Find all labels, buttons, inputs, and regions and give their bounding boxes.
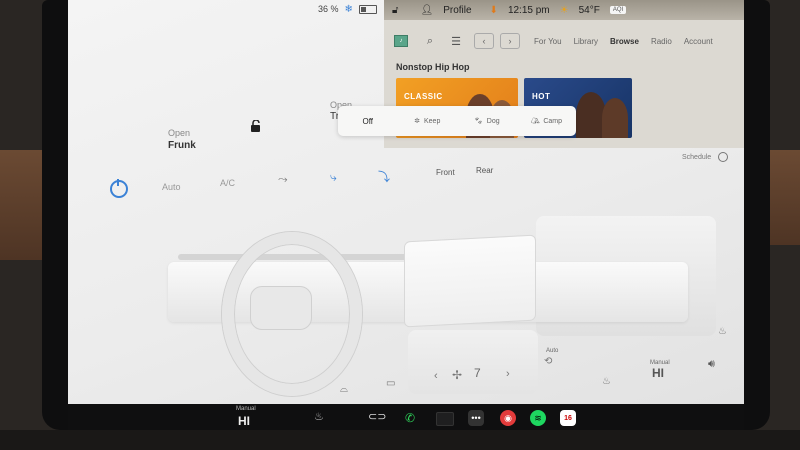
schedule-button[interactable]: Schedule <box>682 154 711 161</box>
tab-for-you[interactable]: For You <box>534 37 562 46</box>
download-icon[interactable]: ⬇ <box>490 5 498 16</box>
profile-label[interactable]: Profile <box>443 5 471 16</box>
back-button[interactable]: ‹ <box>474 33 494 49</box>
calendar-icon[interactable]: 16 <box>560 410 576 426</box>
sun-icon: ☀ <box>559 4 569 16</box>
tab-browse[interactable]: Browse <box>610 37 639 46</box>
airflow-face-icon[interactable]: ⤳ <box>278 172 288 187</box>
airflow-feet-icon[interactable]: ⤷ <box>330 170 337 185</box>
auto-mode-button[interactable]: Auto <box>162 182 181 192</box>
wood-trim-left <box>0 150 44 260</box>
tab-account[interactable]: Account <box>684 37 713 46</box>
driver-climate-mode: Manual <box>236 406 256 412</box>
interior-center-console <box>408 330 538 394</box>
fan-speed-value: 7 <box>474 366 481 380</box>
album-title: HOT <box>532 92 551 101</box>
option-label: Camp <box>543 117 563 125</box>
clock-icon[interactable] <box>718 152 728 162</box>
album-art-figure <box>602 98 628 138</box>
tent-icon: ⛺︎ <box>530 118 540 125</box>
tab-rear[interactable]: Rear <box>476 166 493 175</box>
battery-percent: 36 % <box>318 4 339 14</box>
outside-temperature: 54°F <box>578 4 600 16</box>
fan-increase-chevron[interactable]: › <box>506 368 510 380</box>
tab-front[interactable]: Front <box>436 168 455 177</box>
recirc-auto-label: Auto <box>546 348 559 354</box>
status-bar-right: 🔓︎ 👤︎ Profile ⬇ 12:15 pm ☀ 54°F AQI <box>384 0 744 20</box>
fan-decrease-chevron[interactable]: ‹ <box>434 370 438 382</box>
interior-steering-hub <box>250 286 312 330</box>
tab-library[interactable]: Library <box>574 37 598 46</box>
phone-icon[interactable]: ✆ <box>402 410 418 426</box>
recirculate-icon[interactable]: ⟲ <box>544 356 552 367</box>
media-app-icon[interactable]: ◉ <box>500 410 516 426</box>
status-bar-left: 36 % ❄ <box>318 2 377 16</box>
album-title: CLASSIC <box>404 92 443 101</box>
defrost-front-icon[interactable]: ⌓ <box>340 384 348 395</box>
option-label: Dog <box>486 117 500 125</box>
search-icon[interactable]: ⌕ <box>422 34 438 48</box>
ac-button[interactable]: A/C <box>220 178 235 188</box>
forward-button[interactable]: › <box>500 33 520 49</box>
seat-heat-passenger-icon[interactable]: ♨ <box>602 376 611 387</box>
wood-trim-right <box>768 150 800 245</box>
spotify-icon[interactable]: ≋ <box>530 410 546 426</box>
option-camp[interactable]: ⛺︎ Camp <box>517 117 577 126</box>
car-icon[interactable]: ⊂⊃ <box>368 410 386 423</box>
unlock-icon[interactable] <box>250 120 262 132</box>
bottom-dock: Manual HI ♨ ⊂⊃ ✆ ••• ◉ ≋ 16 <box>68 404 744 432</box>
touchscreen: 36 % ❄ 🔓︎ 👤︎ Profile ⬇ 12:15 pm ☀ 54°F A… <box>68 0 744 404</box>
paw-icon: 🐾︎ <box>473 118 483 125</box>
tab-radio[interactable]: Radio <box>651 37 672 46</box>
profile-icon[interactable]: 👤︎ <box>420 5 433 16</box>
more-apps-icon[interactable]: ••• <box>468 410 484 426</box>
battery-icon <box>358 4 377 14</box>
volume-icon[interactable]: 🔊︎ <box>708 358 715 371</box>
driver-temperature[interactable]: HI <box>238 414 250 428</box>
clock-time: 12:15 pm <box>507 4 550 16</box>
seat-heat-rear-icon[interactable]: ♨ <box>718 326 727 337</box>
option-label: Keep <box>424 117 441 125</box>
option-keep[interactable]: ✲ Keep <box>398 117 458 126</box>
option-off[interactable]: Off <box>338 117 398 126</box>
frunk-label[interactable]: Frunk <box>168 140 196 151</box>
option-dog[interactable]: 🐾︎ Dog <box>457 117 517 126</box>
aqi-badge[interactable]: AQI <box>609 6 627 14</box>
media-source-icon[interactable]: ♪ <box>394 35 408 47</box>
climate-keeper-popup: Off ✲ Keep 🐾︎ Dog ⛺︎ Camp <box>338 106 576 136</box>
app-launcher-icon[interactable] <box>436 412 454 426</box>
floor-shadow <box>0 430 800 450</box>
snowflake-icon: ❄ <box>344 3 353 15</box>
seat-heater-icon[interactable]: ♨ <box>314 410 324 423</box>
defrost-rear-icon[interactable]: ▭ <box>386 378 395 389</box>
interior-center-screen <box>404 234 536 328</box>
section-title: Nonstop Hip Hop <box>396 62 470 72</box>
power-icon[interactable] <box>110 179 128 198</box>
fan-small-icon: ✲ <box>414 118 420 125</box>
lock-status-icon[interactable]: 🔓︎ <box>392 5 398 16</box>
queue-list-icon[interactable]: ☰ <box>448 34 464 48</box>
option-label: Off <box>362 116 374 126</box>
frunk-state[interactable]: Open <box>168 128 190 138</box>
fan-icon: ✢ <box>452 368 463 382</box>
airflow-both-icon[interactable]: ⤵ <box>378 168 390 185</box>
passenger-temperature[interactable]: HI <box>652 366 664 380</box>
media-toolbar: ♪ ⌕ ☰ ‹ › For You Library Browse Radio A… <box>384 30 744 52</box>
